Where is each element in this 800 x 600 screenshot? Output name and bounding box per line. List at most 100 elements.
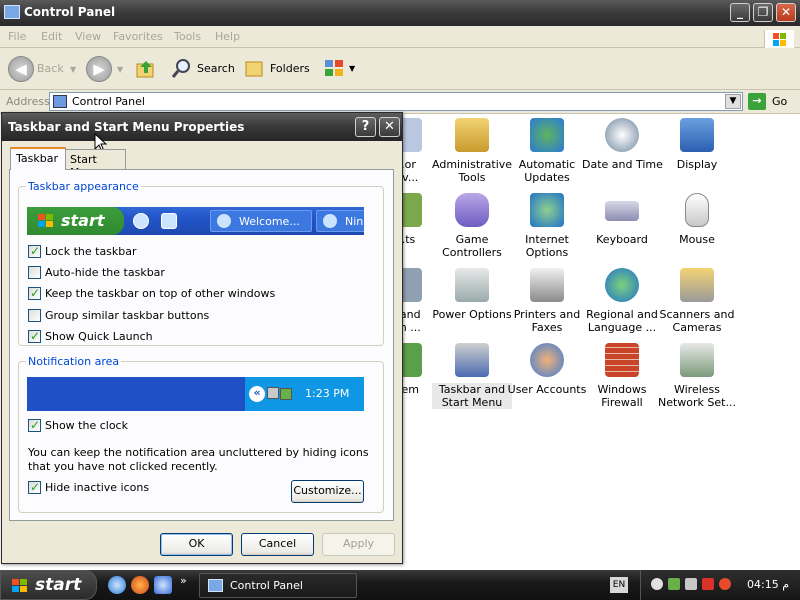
back-dropdown-icon[interactable]: ▼ [70, 65, 76, 74]
taskbar-appearance-title: Taskbar appearance [26, 180, 141, 193]
taskbar-appearance-group: Taskbar appearance start Welcome... Nin [18, 180, 384, 346]
back-arrow-icon[interactable]: ◀ [8, 56, 34, 82]
checkbox-box[interactable] [28, 329, 41, 343]
ok-button[interactable]: OK [160, 533, 233, 556]
cp-item-administrative-tools[interactable]: Administrative Tools [432, 118, 512, 184]
toolbar: ◀ Back ▼ ▶ ▼ Search Folders ▼ [0, 48, 800, 90]
checkbox-box[interactable] [28, 244, 41, 258]
folders-button-label[interactable]: Folders [270, 62, 310, 75]
cp-item-printers-and-faxes[interactable]: Printers and Faxes [507, 268, 587, 334]
cp-item-regional-and-language[interactable]: Regional and Language ... [582, 268, 662, 334]
control-panel-icon [4, 5, 20, 19]
clock-icon [605, 118, 639, 152]
search-icon[interactable] [171, 57, 193, 79]
firewall-icon [605, 343, 639, 377]
folders-icon[interactable] [243, 57, 265, 79]
notification-area-title: Notification area [26, 355, 122, 368]
clock[interactable]: 04:15 م [747, 578, 789, 591]
maximize-button[interactable]: ❐ [753, 3, 773, 22]
taskbar: start » Control Panel EN 04:15 م [0, 570, 800, 600]
menu-tools[interactable]: Tools [174, 30, 201, 43]
address-bar: Address Control Panel ▼ → Go [0, 90, 800, 114]
go-button[interactable]: → Go [748, 93, 796, 111]
preview-task-welcome: Welcome... [210, 210, 312, 232]
cp-item-taskbar-and-start-menu[interactable]: Taskbar and Start Menu [432, 343, 512, 409]
cp-item-power-options[interactable]: Power Options [432, 268, 512, 321]
camera-icon [680, 268, 714, 302]
forward-arrow-icon[interactable]: ▶ [86, 56, 112, 82]
keyboard-icon [605, 201, 639, 221]
globe-icon [605, 268, 639, 302]
network-icon[interactable] [685, 578, 697, 590]
menu-file[interactable]: File [8, 30, 26, 43]
windows-logo-icon [764, 30, 794, 50]
up-folder-icon[interactable] [135, 58, 157, 80]
checkbox-box[interactable] [28, 480, 41, 494]
taskbar-preview: start Welcome... Nin [27, 207, 364, 235]
forward-dropdown-icon[interactable]: ▼ [117, 65, 123, 74]
back-button-label[interactable]: Back [37, 62, 64, 75]
ie-icon [323, 214, 337, 228]
minimize-button[interactable]: _ [730, 3, 750, 22]
taskbar-properties-dialog: Taskbar and Start Menu Properties ? ✕ Ta… [1, 112, 403, 564]
checkbox-box[interactable] [28, 309, 41, 322]
tray-icon[interactable] [668, 578, 680, 590]
cp-item-wireless-network-setup[interactable]: Wireless Network Set... [657, 343, 737, 409]
windows-logo-icon [37, 213, 55, 229]
cp-item-mouse[interactable]: Mouse [657, 193, 737, 246]
window-titlebar[interactable]: Control Panel _ ❐ ✕ [0, 0, 800, 26]
search-button-label[interactable]: Search [197, 62, 235, 75]
tray-icons [267, 387, 295, 401]
checkbox-box[interactable] [28, 286, 41, 300]
cp-item-user-accounts[interactable]: User Accounts [507, 343, 587, 396]
cp-item-automatic-updates[interactable]: Automatic Updates [507, 118, 587, 184]
cp-item-date-and-time[interactable]: Date and Time [582, 118, 663, 171]
printer-icon [530, 268, 564, 302]
cp-item-scanners-and-cameras[interactable]: Scanners and Cameras [657, 268, 737, 334]
notification-preview: « 1:23 PM [27, 377, 364, 411]
help-button[interactable]: ? [355, 117, 376, 137]
close-button[interactable]: ✕ [776, 3, 796, 22]
menu-favorites[interactable]: Favorites [113, 30, 163, 43]
notification-description: You can keep the notification area unclu… [28, 446, 369, 473]
tray-icon[interactable] [719, 578, 731, 590]
cp-item-windows-firewall[interactable]: Windows Firewall [582, 343, 662, 409]
cancel-button[interactable]: Cancel [241, 533, 314, 556]
address-dropdown-icon[interactable]: ▼ [725, 94, 741, 109]
views-icon[interactable] [323, 57, 347, 79]
checkbox-box[interactable] [28, 266, 41, 279]
address-input[interactable]: Control Panel ▼ [49, 92, 743, 111]
quick-launch-icon[interactable] [154, 576, 172, 594]
menu-help[interactable]: Help [215, 30, 240, 43]
customize-button[interactable]: Customize... [291, 480, 364, 503]
ie-icon[interactable] [108, 576, 126, 594]
dialog-title: Taskbar and Start Menu Properties [8, 120, 245, 134]
apply-button[interactable]: Apply [322, 533, 395, 556]
cp-item-internet-options[interactable]: Internet Options [507, 193, 587, 259]
cp-item-display[interactable]: Display [657, 118, 737, 171]
tab-start-menu[interactable]: Start Menu [64, 149, 126, 179]
start-button[interactable]: start [0, 570, 97, 600]
tray-icon[interactable] [651, 578, 663, 590]
ie-icon [217, 214, 231, 228]
control-panel-icon [53, 95, 67, 108]
dialog-titlebar[interactable]: Taskbar and Start Menu Properties ? ✕ [2, 113, 402, 141]
wireless-icon [680, 343, 714, 377]
taskbar-task-control-panel[interactable]: Control Panel [199, 573, 357, 598]
firefox-icon[interactable] [131, 576, 149, 594]
views-dropdown-icon[interactable]: ▼ [349, 64, 355, 73]
go-arrow-icon: → [748, 93, 766, 110]
menu-view[interactable]: View [75, 30, 101, 43]
checkbox-box[interactable] [28, 418, 41, 432]
quick-launch-chevron-icon[interactable]: » [180, 574, 187, 587]
cp-item-keyboard[interactable]: Keyboard [582, 193, 662, 246]
tab-taskbar[interactable]: Taskbar [10, 147, 66, 170]
windows-logo-icon [11, 578, 29, 594]
window-title: Control Panel [24, 5, 116, 19]
cp-item-game-controllers[interactable]: Game Controllers [432, 193, 512, 259]
dialog-close-button[interactable]: ✕ [379, 117, 400, 137]
preview-clock: 1:23 PM [305, 387, 350, 400]
language-indicator[interactable]: EN [610, 577, 628, 593]
security-alert-icon[interactable] [702, 578, 714, 590]
menu-edit[interactable]: Edit [41, 30, 62, 43]
